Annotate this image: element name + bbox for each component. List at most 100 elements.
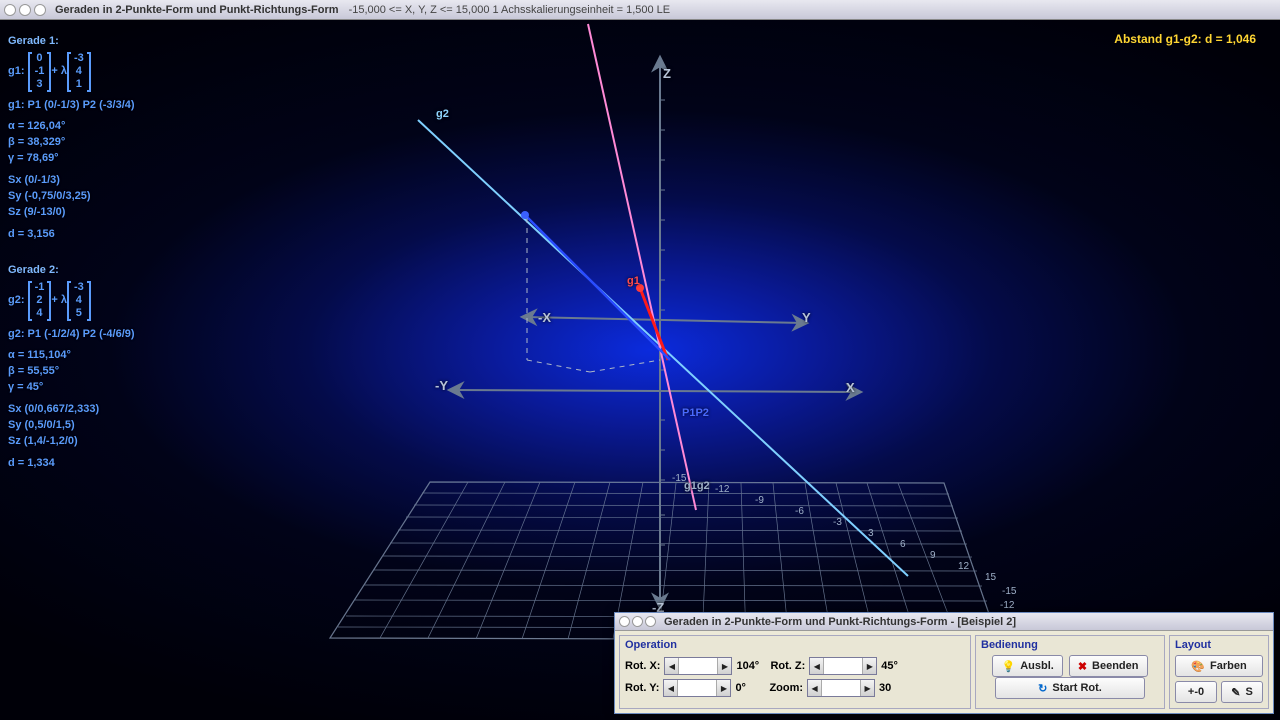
gerade1-d: d = 3,156 (8, 227, 135, 243)
tick-label: 9 (930, 550, 936, 561)
gerade1-header: Gerade 1: (8, 34, 135, 50)
tick-label: -3 (833, 517, 842, 528)
gerade2-header: Gerade 2: (8, 263, 135, 279)
rotz-value: 45° (881, 660, 911, 672)
rotz-label: Rot. Z: (770, 660, 805, 672)
gerade2-d: d = 1,334 (8, 456, 135, 472)
axis-y-label: Y (802, 310, 811, 325)
p1p2-label: P1P2 (682, 407, 709, 419)
gerade2-gamma: γ = 45° (8, 380, 135, 396)
tick-label: 3 (868, 528, 874, 539)
lambda-label: + λ (51, 293, 67, 309)
gerade1-gamma: γ = 78,69° (8, 151, 135, 167)
rotx-value: 104° (736, 660, 766, 672)
rotx-label: Rot. X: (625, 660, 660, 672)
tick-label: -12 (1000, 600, 1014, 611)
zoom-spinner[interactable]: ◀ ▶ (807, 679, 875, 697)
window-subtitle: -15,000 <= X, Y, Z <= 15,000 1 Achsskali… (349, 4, 671, 16)
close-icon: ✖ (1078, 660, 1087, 673)
gerade1-sz: Sz (9/-13/0) (8, 205, 135, 221)
control-panel: Geraden in 2-Punkte-Form und Punkt-Richt… (614, 612, 1274, 714)
pencil-icon: ✎ (1231, 686, 1240, 699)
main-titlebar: Geraden in 2-Punkte-Form und Punkt-Richt… (0, 0, 1280, 20)
distance-readout: Abstand g1-g2: d = 1,046 (1114, 32, 1256, 46)
window-title: Geraden in 2-Punkte-Form und Punkt-Richt… (55, 4, 339, 16)
arrow-right-icon[interactable]: ▶ (717, 658, 731, 674)
tick-label: -9 (755, 495, 764, 506)
g1-label: g1 (627, 275, 640, 287)
axis-z-label: Z (663, 66, 671, 81)
rotx-spinner[interactable]: ◀ ▶ (664, 657, 732, 675)
window-button-icon[interactable] (34, 4, 46, 16)
beenden-button[interactable]: ✖ Beenden (1069, 655, 1148, 677)
arrow-left-icon[interactable]: ◀ (664, 680, 678, 696)
eq-prefix: g1: (8, 64, 25, 80)
tick-label: 6 (900, 539, 906, 550)
window-button-icon[interactable] (645, 616, 656, 627)
tick-label: -12 (715, 484, 729, 495)
window-button-icon[interactable] (4, 4, 16, 16)
gerade1-sy: Sy (-0,75/0/3,25) (8, 189, 135, 205)
reset-zero-button[interactable]: +-0 (1175, 681, 1217, 703)
g2-label: g2 (436, 108, 449, 120)
zoom-value: 30 (879, 682, 909, 694)
operation-legend: Operation (625, 639, 965, 651)
arrow-left-icon[interactable]: ◀ (665, 658, 679, 674)
axis-x-label: X (846, 380, 855, 395)
arrow-right-icon[interactable]: ▶ (860, 680, 874, 696)
gerade1-alpha: α = 126,04° (8, 119, 135, 135)
window-button-icon[interactable] (619, 616, 630, 627)
gerade2-points: g2: P1 (-1/2/4) P2 (-4/6/9) (8, 327, 135, 343)
tick-label: -15 (1002, 586, 1016, 597)
line-g1 (588, 24, 696, 510)
rotz-spinner[interactable]: ◀ ▶ (809, 657, 877, 675)
roty-value: 0° (735, 682, 765, 694)
gerade2-beta: β = 55,55° (8, 364, 135, 380)
tick-label: 12 (958, 561, 969, 572)
layout-group: Layout 🎨 Farben +-0 ✎ S (1169, 635, 1269, 709)
control-panel-title: Geraden in 2-Punkte-Form und Punkt-Richt… (664, 616, 1016, 628)
operation-group: Operation Rot. X: ◀ ▶ 104° Rot. Z: ◀ ▶ (619, 635, 971, 709)
direction-vector (640, 288, 668, 360)
gerade2-sz: Sz (1,4/-1,2/0) (8, 434, 135, 450)
roty-label: Rot. Y: (625, 682, 659, 694)
gerade2-sy: Sy (0,5/0/1,5) (8, 418, 135, 434)
gerade1-beta: β = 38,329° (8, 135, 135, 151)
start-rotation-button[interactable]: ↻ Start Rot. (995, 677, 1145, 699)
axes (452, 60, 858, 605)
arrow-left-icon[interactable]: ◀ (810, 658, 824, 674)
gerade2-sx: Sx (0/0,667/2,333) (8, 402, 135, 418)
zoom-label: Zoom: (769, 682, 803, 694)
window-button-icon[interactable] (19, 4, 31, 16)
lambda-label: + λ (51, 64, 67, 80)
tick-label: -15 (672, 473, 686, 484)
ausblenden-button[interactable]: 💡 Ausbl. (992, 655, 1062, 677)
gerade1-sx: Sx (0/-1/3) (8, 173, 135, 189)
arrow-right-icon[interactable]: ▶ (862, 658, 876, 674)
window-button-icon[interactable] (632, 616, 643, 627)
farben-button[interactable]: 🎨 Farben (1175, 655, 1263, 677)
axis-ny-label: -Y (435, 378, 448, 393)
info-panel: Gerade 1: g1: 0-13 + λ -341 g1: P1 (0/-1… (8, 28, 135, 472)
connector-p1p2 (525, 215, 670, 360)
tick-label: 15 (985, 572, 996, 583)
gerade2-alpha: α = 115,104° (8, 348, 135, 364)
s-button[interactable]: ✎ S (1221, 681, 1263, 703)
arrow-left-icon[interactable]: ◀ (808, 680, 822, 696)
g12-floor-label: g1g2 (684, 480, 710, 492)
refresh-icon: ↻ (1038, 682, 1047, 695)
viewport-3d[interactable]: Z -Z X -Y Y -X g2 g1 P1P2 g1g2 -15 -12 -… (0, 20, 1280, 720)
bedienung-legend: Bedienung (981, 639, 1159, 651)
gerade1-points: g1: P1 (0/-1/3) P2 (-3/3/4) (8, 98, 135, 114)
point-marker (521, 211, 529, 219)
control-panel-titlebar[interactable]: Geraden in 2-Punkte-Form und Punkt-Richt… (615, 613, 1273, 631)
lightbulb-icon: 💡 (1001, 660, 1015, 673)
eq-prefix: g2: (8, 293, 25, 309)
gerade1-equation: g1: 0-13 + λ -341 (8, 52, 91, 92)
roty-spinner[interactable]: ◀ ▶ (663, 679, 731, 697)
gerade2-equation: g2: -124 + λ -345 (8, 281, 91, 321)
palette-icon: 🎨 (1191, 660, 1205, 673)
axis-nx-label: -X (538, 310, 551, 325)
layout-legend: Layout (1175, 639, 1263, 651)
arrow-right-icon[interactable]: ▶ (716, 680, 730, 696)
